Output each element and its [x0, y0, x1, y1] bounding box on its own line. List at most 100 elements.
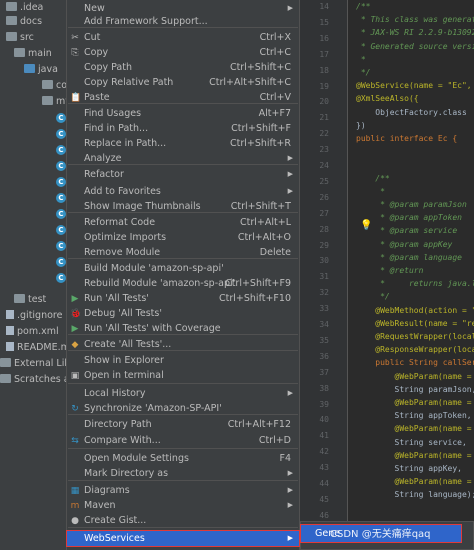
menu-item-shortcut: Ctrl+Shift+F10 — [219, 293, 291, 304]
menu-item-label: Mark Directory as — [84, 468, 169, 479]
menu-item-open-in-terminal[interactable]: ▣ Open in terminal — [67, 368, 299, 383]
menu-item-label: Add to Favorites — [84, 186, 161, 197]
java-class-icon[interactable]: C — [56, 129, 66, 139]
code-line: @WebParam(name = "se — [394, 424, 472, 434]
menu-item-local-history[interactable]: Local History ▶ — [67, 386, 299, 401]
menu-item-run-all-tests[interactable]: ▶ Run 'All Tests' Ctrl+Shift+F10 — [67, 291, 299, 306]
menu-item-rebuild-module-amazon-sp-api[interactable]: Rebuild Module 'amazon-sp-api' Ctrl+Shift… — [67, 276, 299, 291]
line-number: 42 — [319, 447, 329, 457]
code-line: @WebService(name = "Ec", tar — [356, 81, 472, 91]
menu-item-shortcut: Ctrl+Shift+F9 — [225, 278, 291, 289]
tree-item[interactable]: test — [14, 292, 46, 308]
menu-item-analyze[interactable]: Analyze ▶ — [67, 151, 299, 166]
submenu-arrow-icon: ▶ — [287, 170, 293, 178]
menu-item-paste[interactable]: 📋 Paste Ctrl+V — [67, 90, 299, 105]
menu-item-cut[interactable]: ✂ Cut Ctrl+X — [67, 30, 299, 45]
menu-item-shortcut: Ctrl+Alt+O — [237, 232, 291, 243]
menu-item-label: Remove Module — [84, 247, 161, 258]
java-class-icon[interactable]: C — [56, 177, 66, 187]
menu-item-diagrams[interactable]: ▦ Diagrams ▶ — [67, 483, 299, 498]
menu-item-synchronize-amazon-sp-api[interactable]: ↻ Synchronize 'Amazon-SP-API' — [67, 401, 299, 416]
tree-item[interactable]: .gitignore — [6, 308, 62, 324]
menu-item-label: Rebuild Module 'amazon-sp-api' — [84, 278, 236, 289]
menu-item-shortcut: Ctrl+Shift+R — [229, 138, 291, 149]
menu-item-compare-with[interactable]: ⇆ Compare With... Ctrl+D — [67, 433, 299, 448]
tree-item[interactable]: pom.xml — [6, 324, 59, 340]
menu-item-webservices[interactable]: WebServices ▶ — [66, 530, 300, 547]
menu-item-label: Compare With... — [84, 435, 161, 446]
code-line: String appToken, — [356, 411, 472, 421]
menu-item-shortcut: Ctrl+X — [259, 32, 291, 43]
menu-item-copy-path[interactable]: Copy Path Ctrl+Shift+C — [67, 60, 299, 75]
java-class-icon[interactable]: C — [56, 273, 66, 283]
line-number: 43 — [319, 463, 329, 473]
code-line: String paramJson, — [356, 384, 474, 394]
tree-item-label: java — [38, 64, 58, 75]
java-class-icon[interactable]: C — [56, 145, 66, 155]
menu-item-show-image-thumbnails[interactable]: Show Image Thumbnails Ctrl+Shift+T — [67, 199, 299, 214]
project-tree[interactable]: .idea docs src main java co my test .gitignore po… — [0, 0, 70, 550]
code-line: }) — [356, 120, 366, 130]
submenu-arrow-icon: ▶ — [287, 486, 293, 494]
tree-item[interactable]: docs — [6, 14, 42, 30]
coverage-icon: ▶ — [71, 324, 79, 334]
menu-item-create-gist[interactable]: ● Create Gist... — [67, 513, 299, 528]
menu-item-find-usages[interactable]: Find Usages Alt+F7 — [67, 106, 299, 121]
java-class-icon[interactable]: C — [56, 161, 66, 171]
scratch-icon — [0, 374, 11, 383]
menu-item-create-all-tests[interactable]: ◆ Create 'All Tests'... — [67, 337, 299, 352]
menu-item-replace-in-path[interactable]: Replace in Path... Ctrl+Shift+R — [67, 136, 299, 151]
menu-item-show-in-explorer[interactable]: Show in Explorer — [67, 353, 299, 368]
code-line: @WebParam(name = "la — [394, 477, 472, 487]
line-number: 41 — [319, 431, 329, 441]
tree-item[interactable]: README.md — [6, 340, 70, 356]
java-class-icon[interactable]: C — [56, 225, 66, 235]
folder-icon — [14, 294, 25, 303]
line-number: 45 — [319, 494, 329, 504]
menu-item-label: Diagrams — [84, 485, 130, 496]
line-number-gutter: 14 15 16 17 18 19 20 21 22 23 24 25 26 27 28 29 30 31 32 33… — [300, 0, 348, 550]
menu-item-debug-all-tests[interactable]: 🐞 Debug 'All Tests' — [67, 306, 299, 321]
menu-item-mark-directory-as[interactable]: Mark Directory as ▶ — [67, 466, 299, 481]
menu-item-shortcut: Delete — [259, 247, 291, 258]
menu-item-add-framework-support[interactable]: Add Framework Support... — [67, 14, 299, 29]
menu-item-label: Replace in Path... — [84, 138, 167, 149]
menu-separator — [68, 448, 298, 449]
menu-item-label: Build Module 'amazon-sp-api' — [84, 263, 224, 274]
menu-item-open-module-settings[interactable]: Open Module Settings F4 — [67, 451, 299, 466]
menu-item-copy-relative-path[interactable]: Copy Relative Path Ctrl+Alt+Shift+C — [67, 75, 299, 90]
menu-item-find-in-path[interactable]: Find in Path... Ctrl+Shift+F — [67, 121, 299, 136]
menu-item-run-all-tests-with-coverage[interactable]: ▶ Run 'All Tests' with Coverage — [67, 321, 299, 336]
java-class-icon[interactable]: C — [56, 193, 66, 203]
folder-icon — [6, 2, 17, 11]
tree-item[interactable]: src — [6, 30, 34, 46]
code-line: @WebParam(name = "ap — [394, 450, 472, 460]
menu-item-maven[interactable]: m Maven ▶ — [67, 498, 299, 513]
github-icon: ● — [71, 516, 79, 526]
tree-item[interactable]: Scratches and — [0, 372, 70, 388]
line-number: 31 — [319, 272, 329, 282]
menu-item-shortcut: Ctrl+Alt+Shift+C — [209, 77, 291, 88]
tree-item[interactable]: External Librari — [0, 356, 70, 372]
tree-item[interactable]: co — [42, 78, 67, 94]
java-class-icon[interactable]: C — [56, 209, 66, 219]
tree-item[interactable]: main — [14, 46, 52, 62]
tree-item[interactable]: java — [24, 62, 58, 78]
menu-item-label: Create 'All Tests'... — [84, 339, 172, 350]
code-editor[interactable]: 14 15 16 17 18 19 20 21 22 23 24 25 26 27 28 29 30 31 32 33… — [300, 0, 474, 550]
menu-item-optimize-imports[interactable]: Optimize Imports Ctrl+Alt+O — [67, 230, 299, 245]
menu-item-build-module-amazon-sp-api[interactable]: Build Module 'amazon-sp-api' — [67, 261, 299, 276]
menu-item-refactor[interactable]: Refactor ▶ — [67, 167, 299, 182]
menu-item-remove-module[interactable]: Remove Module Delete — [67, 245, 299, 260]
menu-item-directory-path[interactable]: Directory Path Ctrl+Alt+F12 — [67, 417, 299, 432]
java-class-icon[interactable]: C — [56, 113, 66, 123]
java-class-icon[interactable]: C — [56, 257, 66, 267]
menu-item-label: Optimize Imports — [84, 232, 167, 243]
menu-item-add-to-favorites[interactable]: Add to Favorites ▶ — [67, 184, 299, 199]
java-class-icon[interactable]: C — [56, 241, 66, 251]
menu-item-reformat-code[interactable]: Reformat Code Ctrl+Alt+L — [67, 215, 299, 230]
menu-item-label: WebServices — [84, 533, 145, 544]
menu-item-copy[interactable]: ⎘ Copy Ctrl+C — [67, 45, 299, 60]
package-icon — [42, 80, 53, 89]
maven-icon: m — [70, 501, 80, 511]
